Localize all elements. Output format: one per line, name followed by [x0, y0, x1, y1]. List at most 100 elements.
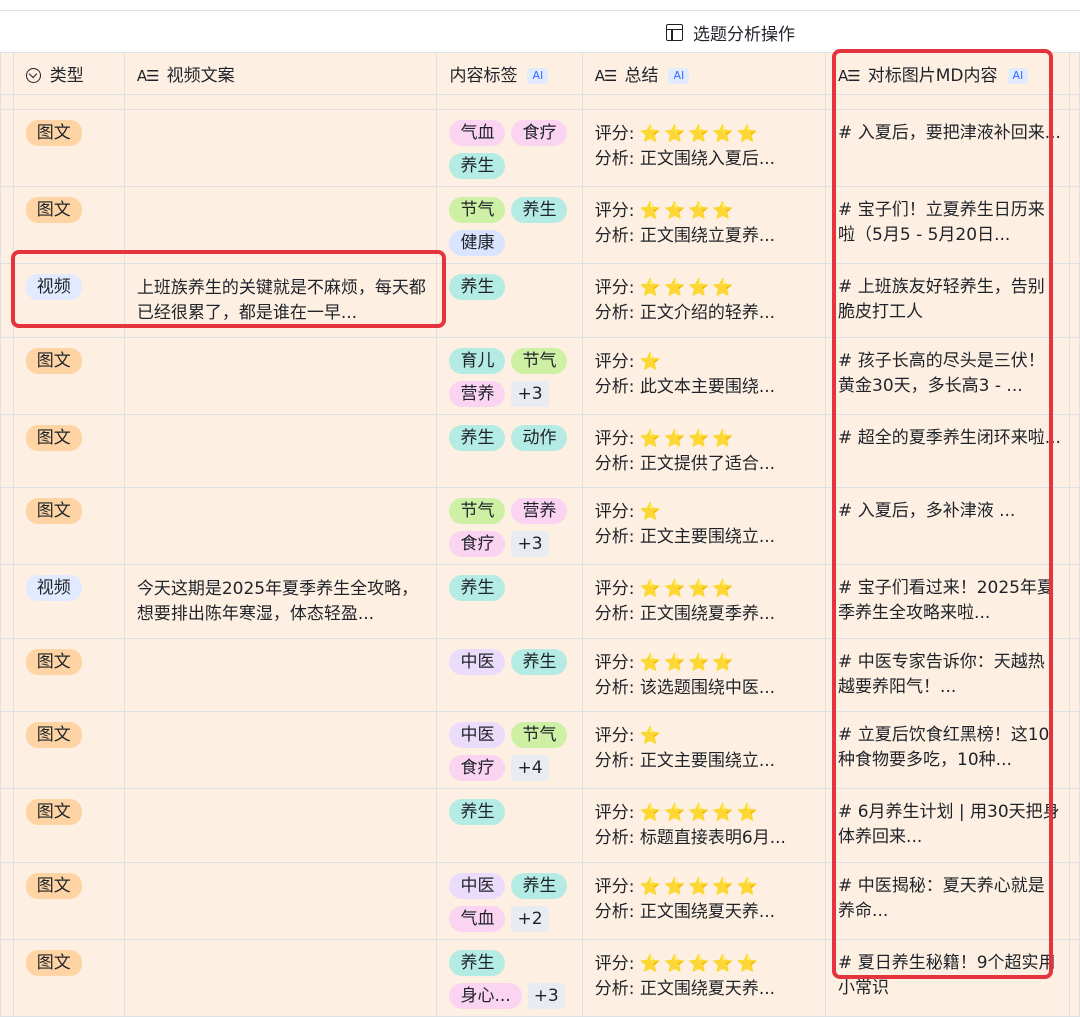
table-row[interactable]: 图文 节气 养生健康 评分: ⭐⭐⭐⭐ 分析: 正文围绕立夏养... # 宝子们！立夏养生…: [0, 186, 1080, 264]
md-content-cell[interactable]: # 宝子们看过来！2025年夏季养生全攻略来啦...: [825, 564, 1071, 639]
video-script-cell[interactable]: [123, 861, 438, 940]
type-cell[interactable]: 图文: [12, 186, 125, 264]
md-content-cell[interactable]: # 入夏后，要把津液补回来...: [825, 109, 1071, 187]
overflow-cell: [1069, 186, 1080, 264]
type-cell[interactable]: 图文: [12, 487, 125, 566]
column-header-type[interactable]: 类型: [12, 52, 125, 95]
type-cell[interactable]: 图文: [12, 336, 125, 415]
video-script-cell[interactable]: [123, 413, 438, 489]
md-content-text: # 上班族友好轻养生，告别脆皮打工人: [838, 277, 1045, 322]
md-content-cell[interactable]: # 宝子们！立夏养生日历来啦（5月5 - 5月20日...: [825, 186, 1071, 264]
video-script-cell[interactable]: [123, 938, 438, 1017]
score-label: 评分:: [594, 201, 635, 221]
content-tag: 养生: [449, 575, 506, 602]
more-tags-count[interactable]: +3: [527, 982, 565, 1009]
md-content-text: # 入夏后，要把津液补回来...: [838, 123, 1061, 143]
type-cell[interactable]: 图文: [12, 109, 125, 187]
table-row[interactable]: 图文 气血 食疗养生 评分: ⭐⭐⭐⭐⭐ 分析: 正文围绕入夏后... # 入夏后，要把津…: [0, 109, 1080, 187]
video-script-cell[interactable]: [123, 637, 438, 713]
tags-cell[interactable]: 育儿 节气营养 +3: [436, 336, 583, 415]
summary-cell[interactable]: 评分: ⭐⭐⭐⭐⭐ 分析: 标题直接表明6月...: [581, 788, 827, 863]
video-script-cell[interactable]: [123, 788, 438, 863]
table-row[interactable]: 图文 养生 动作 评分: ⭐⭐⭐⭐ 分析: 正文提供了适合... # 超全的夏季养生闭环来…: [0, 413, 1080, 489]
type-cell[interactable]: 图文: [12, 788, 125, 863]
analysis-label: 分析:: [594, 303, 635, 323]
tags-cell[interactable]: 养生: [436, 263, 583, 338]
column-header-content-tags[interactable]: 内容标签 AI: [436, 52, 583, 95]
tags-cell[interactable]: 中医 养生气血 +2: [436, 861, 583, 940]
type-cell[interactable]: 图文: [12, 861, 125, 940]
row-handle: [0, 109, 14, 187]
md-content-cell[interactable]: # 孩子长高的尽头是三伏！黄金30天，多长高3 - ...: [825, 336, 1071, 415]
md-content-cell[interactable]: # 立夏后饮食红黑榜！这10种食物要多吃，10种...: [825, 711, 1071, 790]
group-header[interactable]: 选题分析操作: [588, 11, 1080, 53]
text-field-icon: A☰: [594, 67, 618, 85]
table-row[interactable]: 视频 今天这期是2025年夏季养生全攻略，想要排出陈年寒湿，体态轻盈... 养生 评分…: [0, 564, 1080, 639]
type-cell[interactable]: 视频: [12, 564, 125, 639]
video-script-cell[interactable]: [123, 711, 438, 790]
summary-cell[interactable]: 评分: ⭐⭐⭐⭐ 分析: 正文介绍的轻养...: [581, 263, 827, 338]
tags-cell[interactable]: 节气 养生健康: [436, 186, 583, 264]
md-content-cell[interactable]: # 上班族友好轻养生，告别脆皮打工人: [825, 263, 1071, 338]
table-row[interactable]: 图文 育儿 节气营养 +3 评分: ⭐ 分析: 此文本主要围绕... # 孩子长高的尽头是三…: [0, 336, 1080, 415]
column-header-video-script[interactable]: A☰ 视频文案: [123, 52, 438, 95]
video-script-cell[interactable]: [123, 186, 438, 264]
table-row[interactable]: 图文 养生 评分: ⭐⭐⭐⭐⭐ 分析: 标题直接表明6月... # 6月养生计划 | 用…: [0, 788, 1080, 863]
more-tags-count[interactable]: +3: [511, 531, 549, 558]
md-content-cell[interactable]: # 6月养生计划 | 用30天把身体养回来...: [825, 788, 1071, 863]
summary-cell[interactable]: 评分: ⭐⭐⭐⭐⭐ 分析: 正文围绕夏天养...: [581, 861, 827, 940]
tags-cell[interactable]: 气血 食疗养生: [436, 109, 583, 187]
type-cell[interactable]: 图文: [12, 711, 125, 790]
summary-cell[interactable]: 评分: ⭐ 分析: 正文主要围绕立...: [581, 711, 827, 790]
type-cell[interactable]: 视频: [12, 263, 125, 338]
summary-cell[interactable]: 评分: ⭐ 分析: 正文主要围绕立...: [581, 487, 827, 566]
type-cell[interactable]: 图文: [12, 938, 125, 1017]
summary-cell[interactable]: 评分: ⭐⭐⭐⭐ 分析: 该选题围绕中医...: [581, 637, 827, 713]
md-content-cell[interactable]: # 中医揭秘：夏天养心就是养命...: [825, 861, 1071, 940]
type-cell[interactable]: 图文: [12, 413, 125, 489]
analysis-text: 该选题围绕中医...: [639, 677, 776, 698]
summary-cell[interactable]: 评分: ⭐ 分析: 此文本主要围绕...: [581, 336, 827, 415]
type-cell[interactable]: 图文: [12, 637, 125, 713]
type-pill: 视频: [25, 575, 82, 602]
video-script-cell[interactable]: 上班族养生的关键就是不麻烦，每天都已经很累了，都是谁在一早...: [123, 263, 438, 338]
column-header-summary[interactable]: A☰ 总结 AI: [581, 52, 827, 95]
table-row[interactable]: 图文 中医 养生气血 +2 评分: ⭐⭐⭐⭐⭐ 分析: 正文围绕夏天养... # 中医揭秘：…: [0, 861, 1080, 940]
star-rating-icon: ⭐⭐⭐⭐: [639, 201, 737, 221]
tags-cell[interactable]: 中医 养生: [436, 637, 583, 713]
tags-cell[interactable]: 养生: [436, 564, 583, 639]
analysis-text: 正文介绍的轻养...: [639, 303, 776, 323]
table-row[interactable]: 图文 养生身心... +3 评分: ⭐⭐⭐⭐⭐ 分析: 正文围绕夏天养... # 夏日养生…: [0, 938, 1080, 1017]
content-tag: 养生: [449, 949, 506, 976]
tags-cell[interactable]: 节气 营养食疗 +3: [436, 487, 583, 566]
summary-cell[interactable]: 评分: ⭐⭐⭐⭐ 分析: 正文围绕立夏养...: [581, 186, 827, 264]
star-rating-icon: ⭐: [639, 726, 665, 747]
table-row[interactable]: 视频 上班族养生的关键就是不麻烦，每天都已经很累了，都是谁在一早... 养生 评分: …: [0, 263, 1080, 338]
more-tags-count[interactable]: +3: [511, 380, 549, 407]
md-content-cell[interactable]: # 入夏后，多补津液 ...: [825, 487, 1071, 566]
md-content-cell[interactable]: # 中医专家告诉你：天越热越要养阳气！...: [825, 637, 1071, 713]
md-content-cell[interactable]: # 夏日养生秘籍！9个超实用小常识: [825, 938, 1071, 1017]
tags-cell[interactable]: 养生身心... +3: [436, 938, 583, 1017]
summary-cell[interactable]: 评分: ⭐⭐⭐⭐⭐ 分析: 正文围绕入夏后...: [581, 109, 827, 187]
video-script-cell[interactable]: 今天这期是2025年夏季养生全攻略，想要排出陈年寒湿，体态轻盈...: [123, 564, 438, 639]
table-row[interactable]: 图文 节气 营养食疗 +3 评分: ⭐ 分析: 正文主要围绕立... # 入夏后，多补津液 …: [0, 487, 1080, 566]
column-header-md-content[interactable]: A☰ 对标图片MD内容 AI: [825, 52, 1071, 95]
video-script-cell[interactable]: [123, 336, 438, 415]
video-script-text: 上班族养生的关键就是不麻烦，每天都已经很累了，都是谁在一早...: [136, 278, 426, 323]
row-handle: [0, 788, 14, 863]
md-content-cell[interactable]: # 超全的夏季养生闭环来啦...: [825, 413, 1071, 489]
video-script-cell[interactable]: [123, 487, 438, 566]
summary-cell[interactable]: 评分: ⭐⭐⭐⭐⭐ 分析: 正文围绕夏天养...: [581, 938, 827, 1017]
more-tags-count[interactable]: +2: [511, 905, 549, 932]
table-row[interactable]: 图文 中医 养生 评分: ⭐⭐⭐⭐ 分析: 该选题围绕中医... # 中医专家告诉你：天越…: [0, 637, 1080, 713]
summary-cell[interactable]: 评分: ⭐⭐⭐⭐ 分析: 正文围绕夏季养...: [581, 564, 827, 639]
more-tags-count[interactable]: +4: [511, 755, 549, 782]
table-row[interactable]: 图文 中医 节气食疗 +4 评分: ⭐ 分析: 正文主要围绕立... # 立夏后饮食红黑榜！…: [0, 711, 1080, 790]
summary-cell[interactable]: 评分: ⭐⭐⭐⭐ 分析: 正文提供了适合...: [581, 413, 827, 489]
tags-cell[interactable]: 养生: [436, 788, 583, 863]
video-script-cell[interactable]: [123, 109, 438, 187]
content-tag: 育儿: [449, 347, 506, 374]
tags-cell[interactable]: 养生 动作: [436, 413, 583, 489]
tags-cell[interactable]: 中医 节气食疗 +4: [436, 711, 583, 790]
